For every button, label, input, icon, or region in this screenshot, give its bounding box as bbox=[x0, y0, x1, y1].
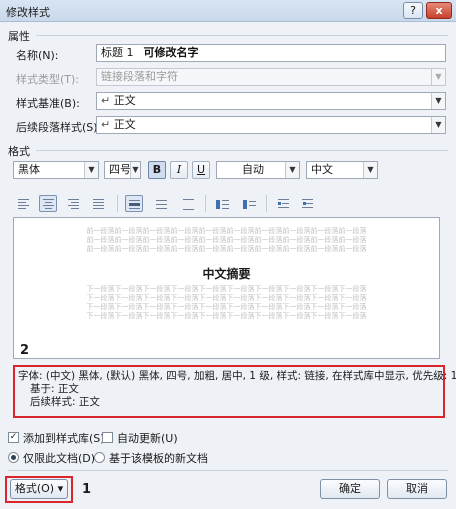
preview-next-line: 下一段落下一段落下一段落下一段落下一段落下一段落下一段落下一段落下一段落下一段落 bbox=[86, 312, 367, 320]
close-button[interactable]: x bbox=[426, 2, 452, 19]
add-to-gallery-label: 添加到样式库(S) bbox=[23, 432, 105, 445]
decrease-indent-icon[interactable] bbox=[274, 195, 292, 212]
based-on-select[interactable]: ↵ 正文 ▼ bbox=[96, 92, 446, 110]
toolbar-separator bbox=[266, 195, 267, 212]
style-type-value: 链接段落和字符 bbox=[101, 70, 178, 83]
name-value: 标题 1 bbox=[101, 46, 134, 59]
format-section-label: 格式 bbox=[8, 145, 30, 158]
name-label: 名称(N): bbox=[16, 49, 59, 62]
format-button-label: 格式(O) bbox=[14, 482, 55, 495]
increase-indent-icon[interactable] bbox=[298, 195, 316, 212]
font-select[interactable]: 黑体 ▼ bbox=[13, 161, 99, 179]
style-type-select[interactable]: 链接段落和字符 ▼ bbox=[96, 68, 446, 86]
chevron-down-icon: ▾ bbox=[57, 482, 64, 495]
next-style-value: 正文 bbox=[113, 118, 136, 131]
help-button[interactable]: ? bbox=[403, 2, 423, 19]
font-color-select[interactable]: 自动 ▼ bbox=[216, 161, 300, 179]
new-documents-radio[interactable] bbox=[94, 452, 105, 463]
auto-update-label: 自动更新(U) bbox=[117, 432, 178, 445]
next-style-label: 后续段落样式(S): bbox=[16, 121, 102, 134]
preview-prev-line: 前一段落前一段落前一段落前一段落前一段落前一段落前一段落前一段落前一段落前一段落 bbox=[86, 236, 367, 244]
annotation-marker-2: 2 bbox=[20, 343, 30, 358]
properties-section-label: 属性 bbox=[8, 30, 30, 43]
name-annotation: 可修改名字 bbox=[143, 46, 199, 59]
format-divider bbox=[36, 150, 448, 151]
this-document-radio[interactable] bbox=[8, 452, 19, 463]
chevron-down-icon: ▼ bbox=[431, 69, 445, 85]
chevron-down-icon: ▼ bbox=[431, 93, 445, 109]
style-preview: 前一段落前一段落前一段落前一段落前一段落前一段落前一段落前一段落前一段落前一段落… bbox=[13, 217, 440, 359]
space-before-icon[interactable] bbox=[213, 195, 231, 212]
format-menu-button[interactable]: 格式(O) ▾ bbox=[10, 479, 68, 499]
title-bar: 修改样式 ? x bbox=[0, 0, 456, 22]
preview-next-line: 下一段落下一段落下一段落下一段落下一段落下一段落下一段落下一段落下一段落下一段落 bbox=[86, 294, 367, 302]
space-after-icon[interactable] bbox=[240, 195, 258, 212]
one-half-spacing-icon[interactable] bbox=[152, 195, 170, 212]
italic-button[interactable]: I bbox=[170, 161, 188, 179]
description-line: 后续样式: 正文 bbox=[30, 396, 100, 408]
description-line: 基于: 正文 bbox=[30, 383, 79, 395]
chevron-down-icon: ▼ bbox=[431, 117, 445, 133]
double-spacing-icon[interactable] bbox=[179, 195, 197, 212]
ok-button[interactable]: 确定 bbox=[320, 479, 380, 499]
this-document-label: 仅限此文档(D) bbox=[23, 452, 96, 465]
script-value: 中文 bbox=[311, 163, 333, 176]
chevron-down-icon: ▼ bbox=[285, 162, 299, 178]
align-left-icon[interactable] bbox=[14, 195, 32, 212]
chevron-down-icon: ▼ bbox=[130, 162, 140, 178]
chevron-down-icon: ▼ bbox=[363, 162, 377, 178]
preview-heading: 中文摘要 bbox=[202, 267, 251, 281]
cancel-button[interactable]: 取消 bbox=[387, 479, 447, 499]
next-style-select[interactable]: ↵ 正文 ▼ bbox=[96, 116, 446, 134]
annotation-marker-1: 1 bbox=[82, 482, 92, 497]
toolbar-separator bbox=[117, 195, 118, 212]
bold-button[interactable]: B bbox=[148, 161, 166, 179]
preview-prev-line: 前一段落前一段落前一段落前一段落前一段落前一段落前一段落前一段落前一段落前一段落 bbox=[86, 245, 367, 253]
underline-button[interactable]: U bbox=[192, 161, 210, 179]
size-value: 四号 bbox=[109, 163, 131, 176]
toolbar-separator bbox=[205, 195, 206, 212]
paragraph-mark-icon: ↵ bbox=[101, 118, 111, 131]
single-spacing-icon[interactable] bbox=[125, 195, 143, 212]
size-select[interactable]: 四号 ▼ bbox=[104, 161, 141, 179]
auto-update-checkbox[interactable] bbox=[102, 432, 113, 443]
add-to-gallery-checkbox[interactable]: ✓ bbox=[8, 432, 19, 443]
name-input[interactable]: 标题 1 可修改名字 bbox=[96, 44, 446, 62]
description-line: 字体: (中文) 黑体, (默认) 黑体, 四号, 加粗, 居中, 1 级, 样… bbox=[18, 370, 456, 382]
properties-divider bbox=[36, 35, 448, 36]
chevron-down-icon: ▼ bbox=[84, 162, 98, 178]
script-select[interactable]: 中文 ▼ bbox=[306, 161, 378, 179]
paragraph-mark-icon: ↵ bbox=[101, 94, 111, 107]
align-right-icon[interactable] bbox=[64, 195, 82, 212]
font-value: 黑体 bbox=[18, 163, 40, 176]
new-documents-label: 基于该模板的新文档 bbox=[109, 452, 208, 465]
style-type-label: 样式类型(T): bbox=[16, 73, 80, 86]
align-center-icon[interactable] bbox=[39, 195, 57, 212]
style-description: 字体: (中文) 黑体, (默认) 黑体, 四号, 加粗, 居中, 1 级, 样… bbox=[13, 365, 456, 418]
window-title: 修改样式 bbox=[6, 6, 50, 19]
preview-prev-line: 前一段落前一段落前一段落前一段落前一段落前一段落前一段落前一段落前一段落前一段落 bbox=[86, 227, 367, 235]
based-on-value: 正文 bbox=[113, 94, 136, 107]
justify-icon[interactable] bbox=[89, 195, 107, 212]
based-on-label: 样式基准(B): bbox=[16, 97, 80, 110]
preview-next-line: 下一段落下一段落下一段落下一段落下一段落下一段落下一段落下一段落下一段落下一段落 bbox=[86, 303, 367, 311]
preview-next-line: 下一段落下一段落下一段落下一段落下一段落下一段落下一段落下一段落下一段落下一段落 bbox=[86, 285, 367, 293]
footer-divider bbox=[8, 470, 448, 471]
font-color-value: 自动 bbox=[242, 163, 264, 176]
